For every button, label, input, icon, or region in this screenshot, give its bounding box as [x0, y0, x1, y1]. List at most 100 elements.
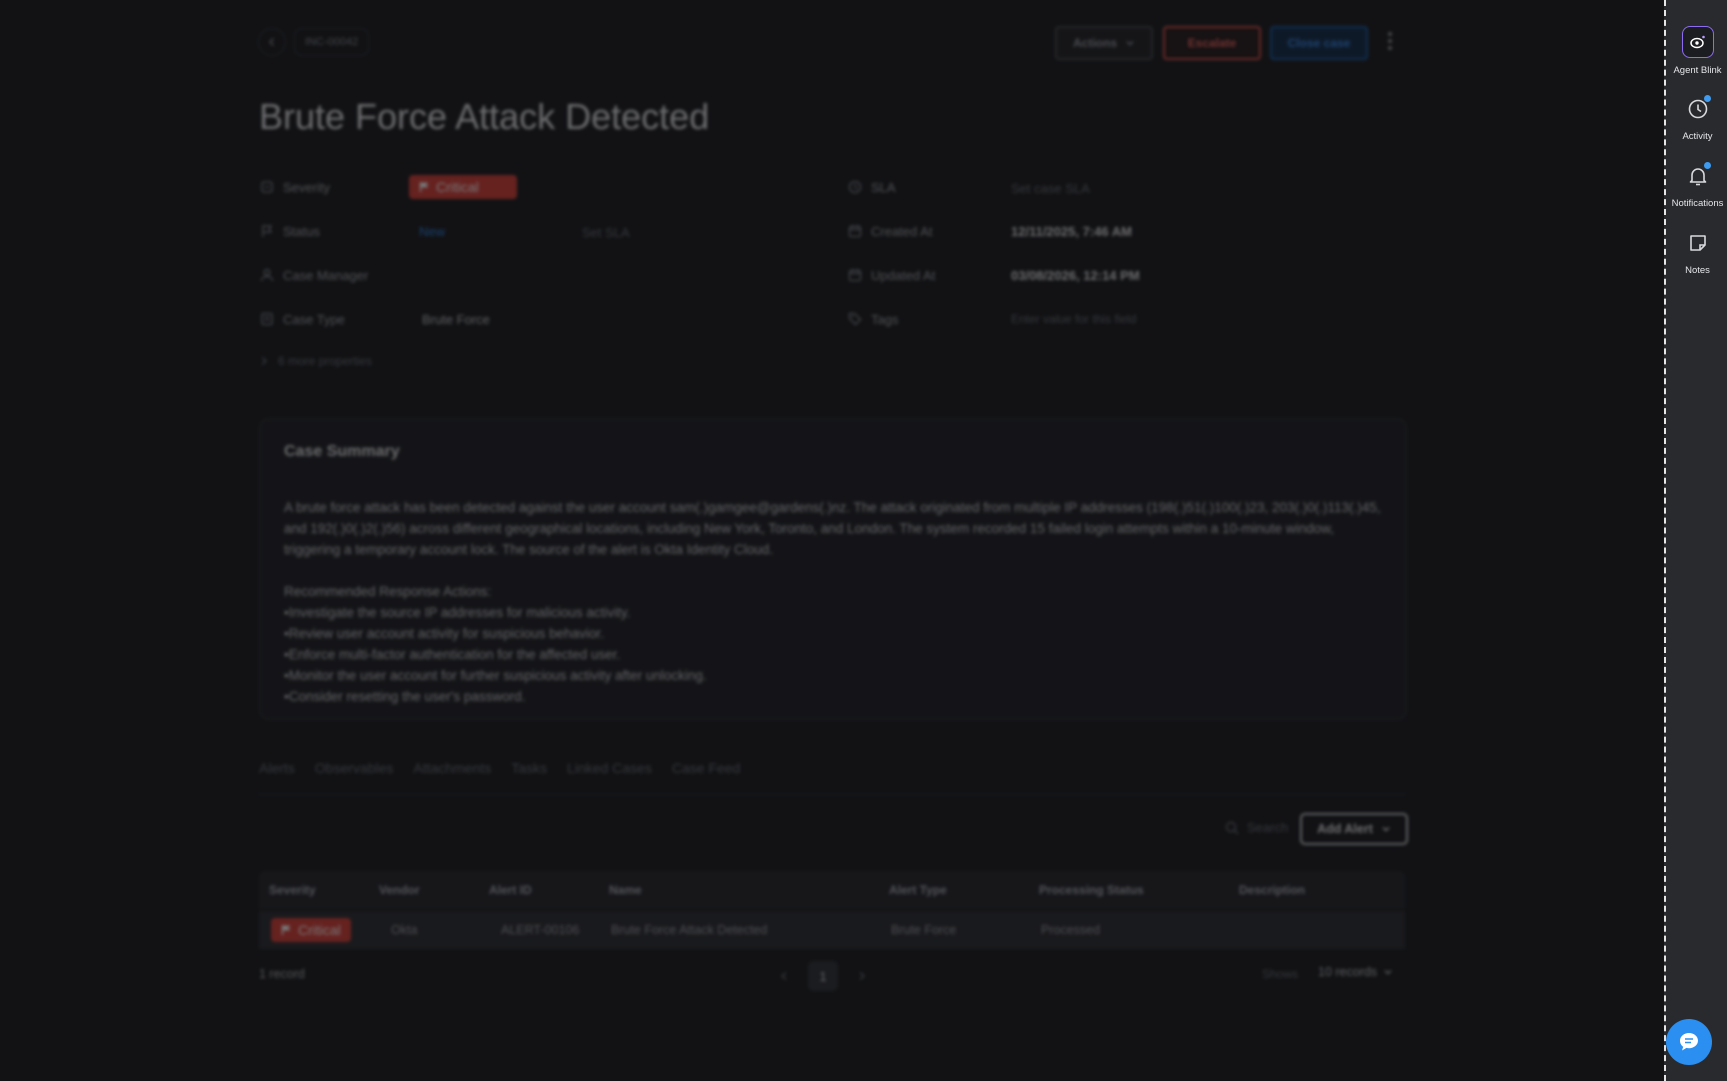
rail-activity[interactable]: Activity: [1666, 94, 1727, 142]
column-header[interactable]: Alert Type: [889, 871, 947, 909]
alert-type-cell: Brute Force: [891, 923, 957, 937]
case-type-value[interactable]: Brute Force: [422, 307, 490, 331]
add-alert-label: Add Alert: [1317, 822, 1373, 836]
pagination: 1: [780, 961, 866, 991]
updated-at-property: Updated At: [847, 263, 935, 287]
list-item: Consider resetting the user's password.: [284, 686, 1384, 707]
case-detail-page: INC-00042 Actions Escalate Close case Br…: [0, 0, 1664, 1081]
status-property: Status: [259, 219, 320, 243]
app-frame: INC-00042 Actions Escalate Close case Br…: [0, 0, 1727, 1081]
actions-dropdown-button[interactable]: Actions: [1055, 26, 1153, 60]
column-header[interactable]: Processing Status: [1039, 871, 1144, 909]
status-label: Status: [283, 223, 320, 239]
summary-paragraph: A brute force attack has been detected a…: [284, 500, 1381, 557]
per-page-value: 10 records: [1318, 965, 1378, 979]
sla-value[interactable]: Set case SLA: [1011, 176, 1090, 200]
actions-heading: Recommended Response Actions:: [284, 584, 492, 599]
flag-outline-icon: [259, 223, 275, 239]
case-manager-label: Case Manager: [283, 267, 369, 283]
per-page-select[interactable]: 10 records: [1318, 965, 1393, 979]
alerts-search[interactable]: Search: [1225, 820, 1288, 835]
agent-blink-icon: [1681, 26, 1714, 58]
chat-button[interactable]: [1666, 1019, 1712, 1065]
rail-notes[interactable]: Notes: [1666, 228, 1727, 276]
list-item: Investigate the source IP addresses for …: [284, 602, 1384, 623]
rail-notifications[interactable]: Notifications: [1666, 161, 1727, 209]
clock-icon: [847, 179, 863, 195]
vendor-cell: Okta: [391, 923, 418, 937]
tags-input[interactable]: Enter value for this field: [1011, 307, 1136, 331]
chevron-down-icon: [1126, 40, 1134, 46]
tab-alerts[interactable]: Alerts: [259, 760, 295, 776]
chevron-left-icon[interactable]: [780, 971, 788, 981]
right-rail: Agent Blink Activity Notifications Notes: [1664, 0, 1727, 1081]
column-header[interactable]: Name: [609, 871, 642, 909]
more-properties-toggle[interactable]: 6 more properties: [260, 354, 372, 368]
severity-cell: Critical: [271, 911, 351, 949]
list-item: Monitor the user account for further sus…: [284, 665, 1384, 686]
severity-property: Severity: [259, 175, 330, 199]
tabs-divider: [259, 794, 1405, 795]
actions-label: Actions: [1072, 36, 1117, 50]
calendar-icon: [847, 223, 863, 239]
more-options-icon[interactable]: [1382, 29, 1398, 53]
critical-label: Critical: [298, 922, 341, 938]
rail-label: Notes: [1685, 265, 1710, 276]
back-button[interactable]: [258, 28, 286, 56]
page-number[interactable]: 1: [808, 961, 838, 991]
unread-dot: [1703, 95, 1711, 102]
add-alert-button[interactable]: Add Alert: [1300, 813, 1408, 845]
escalate-button[interactable]: Escalate: [1163, 26, 1261, 60]
tags-property: Tags: [847, 307, 898, 331]
column-header[interactable]: Alert ID: [489, 871, 532, 909]
search-icon: [1225, 821, 1239, 834]
created-at-property: Created At: [847, 219, 932, 243]
created-at-value: 12/11/2025, 7:46 AM: [1011, 223, 1132, 239]
critical-badge: Critical: [409, 175, 517, 199]
record-count: 1 record: [259, 967, 305, 981]
table-row[interactable]: Critical Okta ALERT-00106 Brute Force At…: [259, 911, 1405, 949]
chevron-down-icon: [1384, 970, 1392, 975]
case-summary-title: Case Summary: [284, 443, 400, 460]
chevron-right-icon[interactable]: [858, 971, 866, 981]
severity-value[interactable]: Critical: [409, 175, 517, 199]
shows-label: Shows: [1262, 967, 1299, 981]
case-id-chip: INC-00042: [294, 28, 370, 56]
rail-agent-blink[interactable]: Agent Blink: [1666, 26, 1727, 76]
tab-case-feed[interactable]: Case Feed: [672, 760, 740, 776]
close-case-button[interactable]: Close case: [1270, 26, 1368, 60]
calendar-icon: [847, 267, 863, 283]
updated-at-label: Updated At: [871, 267, 936, 283]
rail-label: Agent Blink: [1673, 65, 1722, 76]
critical-badge: Critical: [271, 918, 351, 942]
tags-label: Tags: [871, 311, 899, 327]
list-item: Enforce multi-factor authentication for …: [284, 644, 1384, 665]
updated-at-value: 03/08/2026, 12:14 PM: [1011, 267, 1140, 283]
case-type-property: Case Type: [259, 307, 345, 331]
case-tabs: Alerts Observables Attachments Tasks Lin…: [259, 760, 740, 776]
rail-label: Notifications: [1671, 198, 1724, 209]
user-icon: [259, 267, 275, 283]
tag-icon: [847, 311, 863, 327]
status-value[interactable]: New: [419, 219, 445, 243]
case-summary-card: Case Summary A brute force attack has be…: [259, 418, 1407, 720]
tab-observables[interactable]: Observables: [315, 760, 394, 776]
sla-property: SLA: [847, 175, 896, 199]
tab-linked-cases[interactable]: Linked Cases: [567, 760, 652, 776]
column-header[interactable]: Vendor: [379, 871, 420, 909]
set-sla-link[interactable]: Set SLA: [582, 220, 630, 244]
page-title: Brute Force Attack Detected: [259, 96, 710, 137]
more-properties-label: 6 more properties: [278, 354, 373, 368]
chevron-down-icon: [1382, 826, 1390, 832]
chevron-right-icon: [261, 356, 268, 366]
column-header[interactable]: Description: [1239, 871, 1305, 909]
severity-label: Severity: [283, 179, 330, 195]
column-header[interactable]: Severity: [269, 871, 316, 909]
clock-icon: [1683, 94, 1713, 124]
rail-label: Activity: [1682, 131, 1713, 142]
tab-tasks[interactable]: Tasks: [511, 760, 547, 776]
case-manager-property: Case Manager: [259, 263, 368, 287]
case-type-label: Case Type: [283, 311, 345, 327]
tab-attachments[interactable]: Attachments: [413, 760, 491, 776]
case-summary-body: A brute force attack has been detected a…: [284, 497, 1384, 707]
